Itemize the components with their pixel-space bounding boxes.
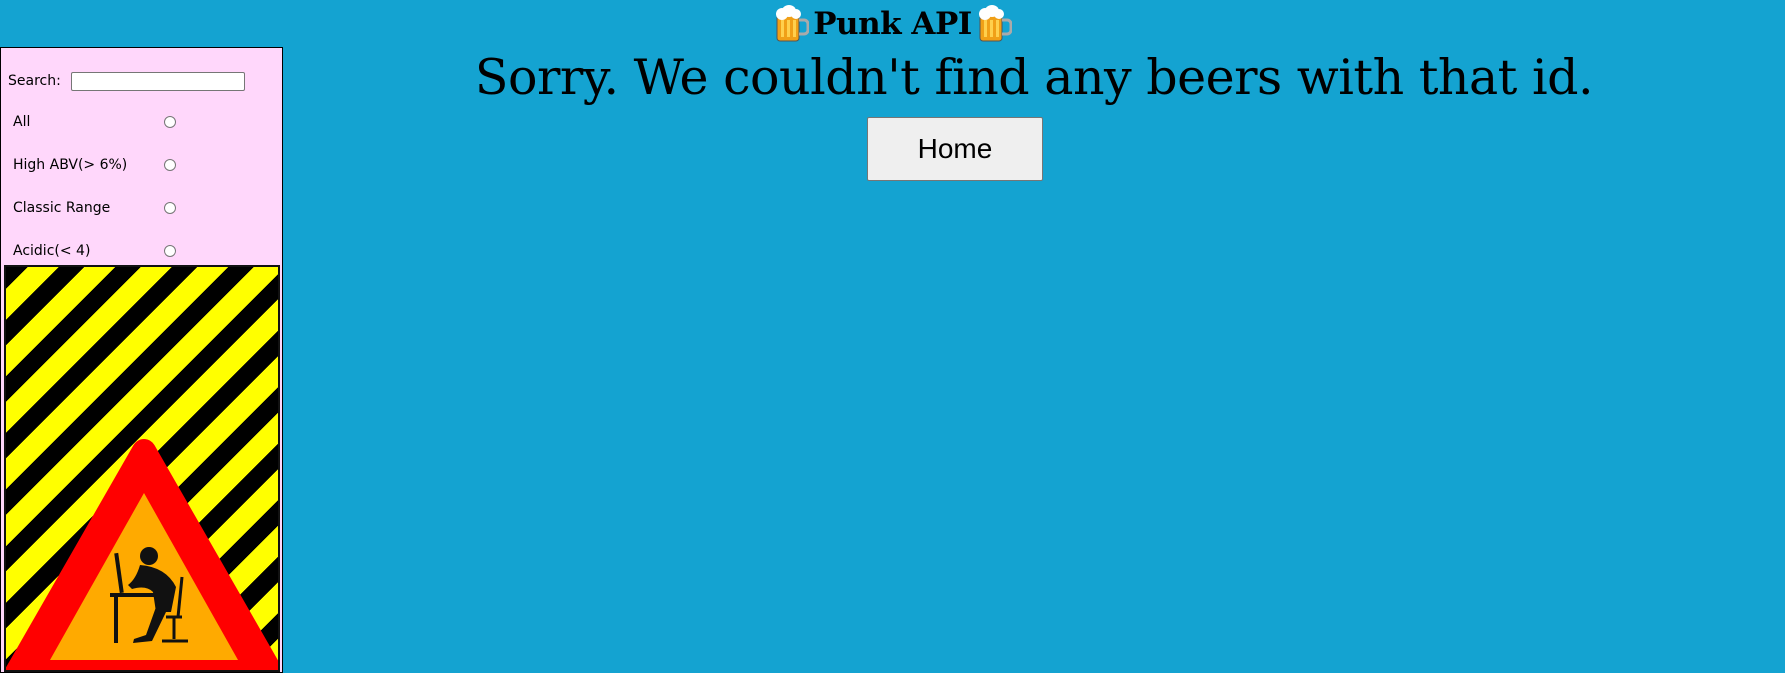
filter-acidic[interactable]: Acidic(< 4) bbox=[13, 241, 178, 261]
brand: Punk API bbox=[773, 5, 1012, 43]
beer-mug-icon bbox=[776, 5, 810, 42]
under-construction-image bbox=[4, 265, 280, 672]
app-title: Punk API bbox=[813, 6, 972, 42]
filter-label: High ABV(> 6%) bbox=[13, 157, 128, 173]
home-button[interactable]: Home bbox=[867, 117, 1043, 181]
not-found-message: Sorry. We couldn't find any beers with t… bbox=[474, 49, 1594, 106]
search-input[interactable] bbox=[70, 71, 245, 91]
filter-high-abv[interactable]: High ABV(> 6%) bbox=[13, 155, 178, 175]
under-construction-warning-icon bbox=[6, 439, 278, 670]
header: Punk API bbox=[0, 0, 1785, 48]
filter-classic-range[interactable]: Classic Range bbox=[13, 198, 178, 218]
search-row: Search: bbox=[8, 70, 245, 92]
beer-mug-icon bbox=[978, 5, 1012, 42]
search-label: Search: bbox=[8, 73, 61, 89]
filter-label: All bbox=[13, 114, 31, 130]
filter-radio-acidic[interactable] bbox=[164, 245, 176, 257]
filter-all[interactable]: All bbox=[13, 112, 178, 132]
filter-label: Acidic(< 4) bbox=[13, 243, 91, 259]
filter-radio-high-abv[interactable] bbox=[164, 159, 176, 171]
filter-radio-all[interactable] bbox=[164, 116, 176, 128]
filter-label: Classic Range bbox=[13, 200, 111, 216]
sidebar: Search: All High ABV(> 6%) Classic Range… bbox=[0, 47, 283, 673]
filter-radio-classic-range[interactable] bbox=[164, 202, 176, 214]
